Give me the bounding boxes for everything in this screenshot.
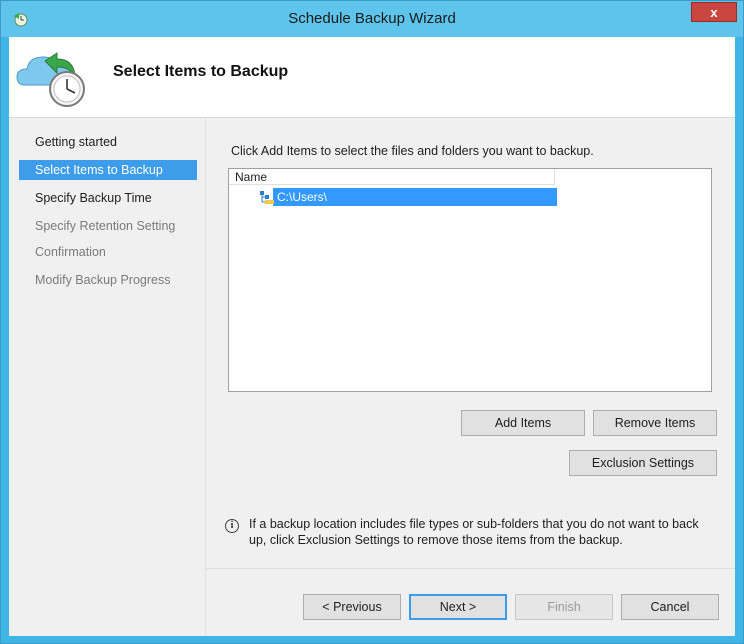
instruction-text: Click Add Items to select the files and …	[231, 144, 594, 158]
list-item[interactable]: C:\Users\	[229, 188, 557, 206]
info-icon: i	[225, 519, 239, 533]
step-confirmation: Confirmation	[35, 245, 106, 259]
step-getting-started[interactable]: Getting started	[19, 132, 197, 152]
wizard-header: Select Items to Backup	[9, 37, 735, 117]
step-select-items[interactable]: Select Items to Backup	[19, 160, 197, 180]
next-button[interactable]: Next >	[409, 594, 507, 620]
backup-items-list[interactable]: Name C:\Users\	[228, 168, 712, 392]
previous-button[interactable]: < Previous	[303, 594, 401, 620]
wizard-window: Schedule Backup Wizard x Select Items to…	[0, 0, 744, 644]
window-title: Schedule Backup Wizard	[288, 10, 456, 27]
info-text: If a backup location includes file types…	[249, 517, 699, 547]
column-header-name[interactable]: Name	[229, 169, 555, 185]
folder-tree-icon	[260, 191, 274, 204]
title-bar[interactable]: Schedule Backup Wizard x	[1, 1, 743, 37]
list-item-path: C:\Users\	[277, 190, 328, 204]
backup-clock-icon	[16, 52, 85, 107]
step-modify-progress: Modify Backup Progress	[35, 273, 171, 287]
step-specify-retention: Specify Retention Setting	[35, 219, 176, 233]
cancel-button[interactable]: Cancel	[621, 594, 719, 620]
wizard-steps-nav: Getting started Select Items to Backup S…	[9, 118, 206, 636]
close-button[interactable]: x	[691, 2, 737, 22]
finish-button: Finish	[515, 594, 613, 620]
remove-items-button[interactable]: Remove Items	[593, 410, 717, 436]
page-title: Select Items to Backup	[113, 63, 289, 80]
wizard-content: Getting started Select Items to Backup S…	[9, 117, 735, 636]
footer-divider	[205, 568, 735, 569]
exclusion-settings-button[interactable]: Exclusion Settings	[569, 450, 717, 476]
add-items-button[interactable]: Add Items	[461, 410, 585, 436]
step-specify-backup-time[interactable]: Specify Backup Time	[19, 188, 197, 208]
